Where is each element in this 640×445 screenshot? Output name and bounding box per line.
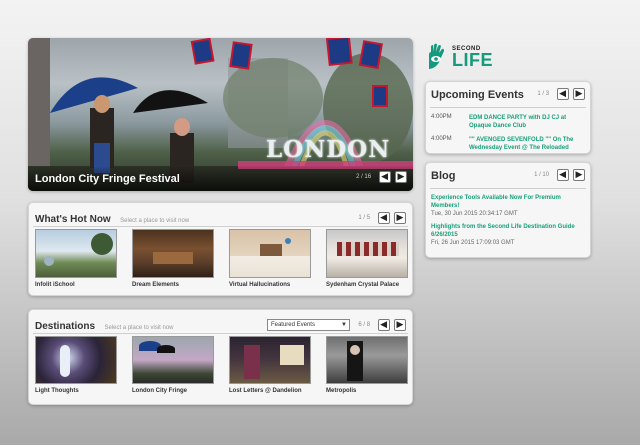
blog-counter: 1 / 10: [534, 172, 550, 179]
destinations-title: Destinations: [35, 321, 96, 332]
hot-item[interactable]: Sydenham Crystal Palace: [326, 229, 408, 288]
hot-title: What's Hot Now: [35, 214, 111, 225]
hot-header: What's Hot Now Select a place to visit n…: [29, 203, 412, 225]
destinations-counter: 6 / 8: [358, 321, 371, 328]
hot-item-image[interactable]: [35, 229, 117, 278]
events-prev-button[interactable]: ◀: [556, 88, 569, 101]
hero-pager: 2 / 16 ◀ ▶: [356, 168, 407, 186]
destination-item-label[interactable]: Metropolis: [326, 388, 408, 394]
event-time: 4:00PM: [431, 136, 452, 142]
hot-item[interactable]: Infolit iSchool: [35, 229, 117, 288]
destinations-category-dropdown[interactable]: Featured Events ▼: [266, 318, 350, 331]
event-item[interactable]: 4:00PM EDM DANCE PARTY with DJ CJ at Opa…: [426, 114, 590, 130]
destinations-subtitle: Select a place to visit now: [104, 325, 174, 331]
hero-caption[interactable]: London City Fringe Festival: [35, 173, 180, 185]
destinations-next-button[interactable]: ▶: [394, 318, 406, 331]
hot-item[interactable]: Virtual Hallucinations: [229, 229, 311, 288]
dropdown-value: Featured Events: [270, 321, 315, 328]
upcoming-events-panel: Upcoming Events 1 / 3 ◀ ▶ 4:00PM EDM DAN…: [425, 81, 591, 154]
hot-pager: 1 / 5 ◀ ▶: [358, 209, 406, 227]
hot-subtitle: Select a place to visit now: [120, 218, 190, 224]
hot-item-label[interactable]: Virtual Hallucinations: [229, 282, 311, 288]
events-divider: [430, 107, 586, 108]
hot-thumbnails: Infolit iSchool Dream Elements Virtual H…: [29, 227, 412, 288]
destination-item[interactable]: Metropolis: [326, 336, 408, 394]
blog-item[interactable]: Experience Tools Available Now For Premi…: [426, 194, 590, 218]
hero-next-button[interactable]: ▶: [395, 170, 407, 183]
destination-item-image[interactable]: [35, 336, 117, 384]
hot-item-label[interactable]: Infolit iSchool: [35, 282, 117, 288]
destination-item[interactable]: London City Fringe: [132, 336, 214, 394]
destinations-controls: Featured Events ▼ 6 / 8 ◀ ▶: [266, 316, 406, 334]
destinations-header: Destinations Select a place to visit now…: [29, 310, 412, 332]
blog-panel: Blog 1 / 10 ◀ ▶ Experience Tools Availab…: [425, 162, 591, 258]
blog-next-button[interactable]: ▶: [573, 169, 585, 182]
destination-item[interactable]: Light Thoughts: [35, 336, 117, 394]
hot-prev-button[interactable]: ◀: [377, 211, 390, 224]
blog-title-link[interactable]: Experience Tools Available Now For Premi…: [431, 194, 585, 210]
logo-word-life: LIFE: [452, 50, 493, 70]
events-counter: 1 / 3: [537, 91, 550, 98]
hot-item-label[interactable]: Dream Elements: [132, 282, 214, 288]
destination-item-label[interactable]: London City Fringe: [132, 388, 214, 394]
hero-counter: 2 / 16: [356, 173, 372, 180]
events-pager: 1 / 3 ◀ ▶: [537, 86, 585, 104]
destination-item-label[interactable]: Light Thoughts: [35, 388, 117, 394]
blog-date: Fri, 26 Jun 2015 17:09:03 GMT: [431, 240, 515, 246]
destinations-panel: Destinations Select a place to visit now…: [28, 309, 413, 405]
destination-item-image[interactable]: [132, 336, 214, 384]
destinations-thumbnails: Light Thoughts London City Fringe Lost L…: [29, 334, 412, 394]
hero-carousel[interactable]: LONDON London City Fringe Festival 2 / 1…: [28, 38, 413, 191]
destination-item[interactable]: Lost Letters @ Dandelion: [229, 336, 311, 394]
hot-item-label[interactable]: Sydenham Crystal Palace: [326, 282, 408, 288]
event-title-link[interactable]: EDM DANCE PARTY with DJ CJ at Opaque Dan…: [469, 114, 585, 130]
london-sign: LONDON: [266, 136, 391, 163]
event-title-link[interactable]: "" AVENGED SEVENFOLD "" On The Wednesday…: [469, 136, 585, 152]
events-header: Upcoming Events 1 / 3 ◀ ▶: [426, 82, 590, 102]
blog-pager: 1 / 10 ◀ ▶: [534, 167, 585, 185]
destinations-prev-button[interactable]: ◀: [377, 318, 390, 331]
second-life-logo[interactable]: SECOND LIFE: [425, 43, 495, 73]
whats-hot-panel: What's Hot Now Select a place to visit n…: [28, 202, 413, 296]
hot-item[interactable]: Dream Elements: [132, 229, 214, 288]
hot-next-button[interactable]: ▶: [394, 211, 406, 224]
events-title: Upcoming Events: [431, 88, 524, 101]
hero-prev-button[interactable]: ◀: [378, 170, 391, 183]
hand-eye-icon: [429, 43, 444, 69]
hot-item-image[interactable]: [326, 229, 408, 278]
blog-header: Blog 1 / 10 ◀ ▶: [426, 163, 590, 183]
blog-item[interactable]: Highlights from the Second Life Destinat…: [426, 223, 590, 247]
chevron-down-icon: ▼: [341, 321, 347, 328]
hot-counter: 1 / 5: [358, 214, 371, 221]
blog-date: Tue, 30 Jun 2015 20:34:17 GMT: [431, 211, 518, 217]
destination-item-label[interactable]: Lost Letters @ Dandelion: [229, 388, 311, 394]
blog-prev-button[interactable]: ◀: [556, 169, 569, 182]
event-time: 4:00PM: [431, 114, 452, 120]
events-next-button[interactable]: ▶: [573, 88, 585, 101]
hot-item-image[interactable]: [229, 229, 311, 278]
blog-title-link[interactable]: Highlights from the Second Life Destinat…: [431, 223, 585, 239]
destination-item-image[interactable]: [326, 336, 408, 384]
blog-divider: [430, 188, 586, 189]
hot-item-image[interactable]: [132, 229, 214, 278]
blog-title: Blog: [431, 169, 456, 182]
event-item[interactable]: 4:00PM "" AVENGED SEVENFOLD "" On The We…: [426, 136, 590, 152]
destination-item-image[interactable]: [229, 336, 311, 384]
